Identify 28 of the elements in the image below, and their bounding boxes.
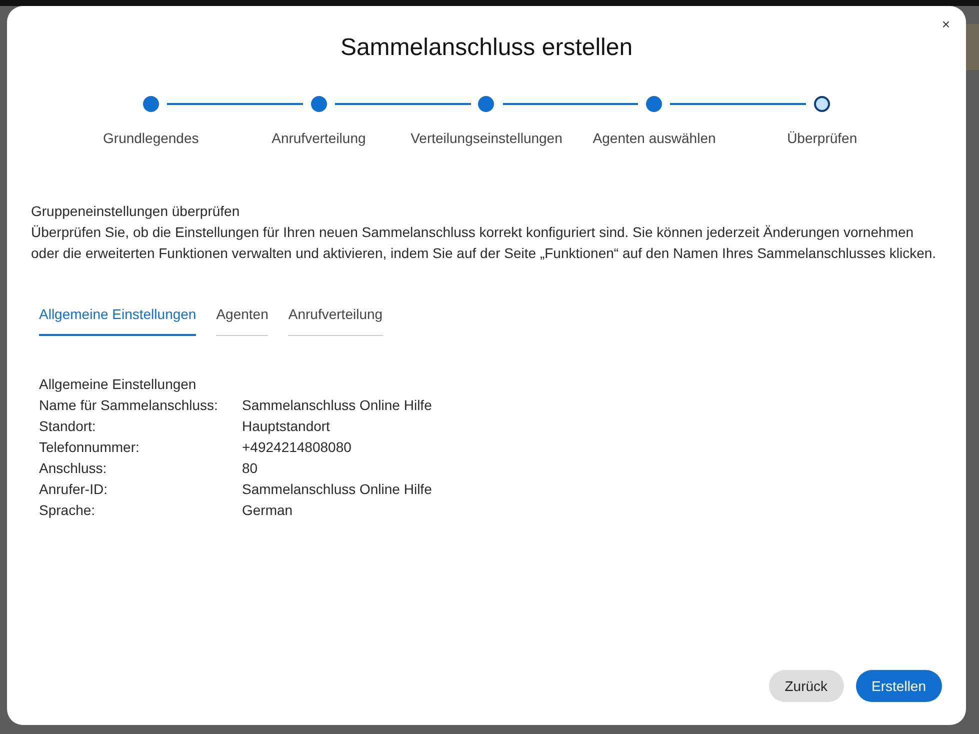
setting-label: Anschluss: (39, 459, 108, 478)
settings-heading: Allgemeine Einstellungen (39, 375, 198, 394)
setting-label: Name für Sammelanschluss: (39, 396, 219, 415)
close-button[interactable]: × (938, 14, 954, 35)
step-label: Grundlegendes (103, 129, 199, 148)
dialog-title: Sammelanschluss erstellen (340, 33, 633, 63)
step-label: Verteilungseinstellungen (410, 129, 562, 148)
step-label: Überprüfen (787, 129, 858, 148)
setting-label: Standort: (39, 417, 97, 436)
setting-label: Telefonnummer: (39, 438, 140, 457)
setting-label: Anrufer-ID: (39, 480, 108, 499)
back-button[interactable]: Zurück (768, 670, 844, 702)
setting-value: +4924214808080 (242, 438, 352, 457)
tab[interactable]: Agenten (216, 304, 268, 336)
step-label: Agenten auswählen (592, 129, 716, 148)
step-label: Anrufverteilung (272, 129, 366, 148)
setting-value: Sammelanschluss Online Hilfe (242, 396, 432, 415)
tab[interactable]: Allgemeine Einstellungen (39, 304, 196, 336)
setting-value: Sammelanschluss Online Hilfe (242, 480, 432, 499)
tab[interactable]: Anrufverteilung (288, 304, 383, 336)
setting-value: Hauptstandort (242, 417, 330, 436)
setting-value: 80 (242, 459, 258, 478)
setting-label: Sprache: (39, 501, 96, 520)
section-heading: Gruppeneinstellungen überprüfen (31, 202, 241, 221)
create-button[interactable]: Erstellen (856, 670, 942, 702)
description-text: Überprüfen Sie, ob die Einstellungen für Ihren neuen Sammelanschluss korrekt konfiguriert sind. Sie können jederzeit Änderungen vornehmen oder die erweiterten Funktionen verwalten und aktivieren, indem Sie auf der Seite „Funktionen“ auf den Namen Ihres Sammelanschlusses klicken. (31, 223, 938, 263)
setting-value: German (242, 501, 293, 520)
banner-background (965, 24, 979, 70)
